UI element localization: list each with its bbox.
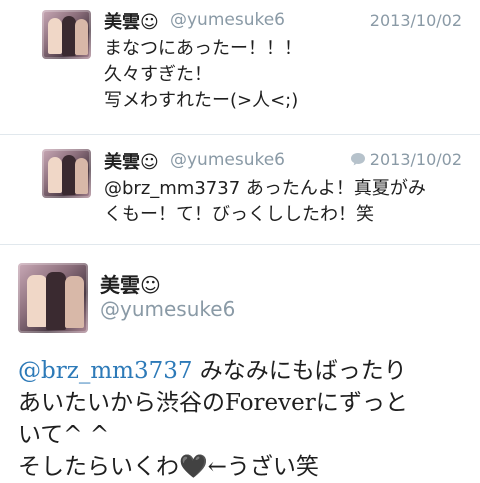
tweet-text: @brz_mm3737 みなみにもばったり あいたいから渋谷のForeverにず…: [18, 355, 468, 483]
tweet-text: @brz_mm3737 あったんよ！真夏がみ くもー！て！びっくししたわ！笑: [104, 178, 426, 225]
tweet-2[interactable]: 美雲☺ @yumesuke6 2013/10/02 @brz_mm3737 あっ…: [0, 135, 480, 245]
tweet-date: 2013/10/02: [369, 11, 462, 30]
avatar[interactable]: [18, 263, 88, 333]
display-name[interactable]: 美雲☺: [104, 148, 159, 174]
tweet-date-with-reply: 2013/10/02: [350, 150, 462, 169]
avatar[interactable]: [42, 10, 91, 59]
tweet-detail[interactable]: 美雲☺ @yumesuke6 @brz_mm3737 みなみにもばったり あいた…: [0, 245, 480, 481]
username[interactable]: @yumesuke6: [170, 10, 285, 30]
tweet-text: まなつにあったー！！！ 久々すぎた！ 写メわすれたー(>人<;): [104, 38, 302, 111]
mention-link[interactable]: @brz_mm3737: [18, 358, 193, 384]
tweet-date: 2013/10/02: [369, 150, 462, 169]
tweet-1[interactable]: 美雲☺ @yumesuke6 2013/10/02 まなつにあったー！！！ 久々…: [0, 0, 480, 135]
display-name[interactable]: 美雲☺: [104, 8, 159, 34]
username[interactable]: @yumesuke6: [170, 150, 285, 170]
display-name[interactable]: 美雲☺: [100, 269, 161, 298]
reply-bubble-icon: [350, 153, 365, 166]
username[interactable]: @yumesuke6: [100, 297, 235, 321]
avatar[interactable]: [42, 149, 91, 198]
